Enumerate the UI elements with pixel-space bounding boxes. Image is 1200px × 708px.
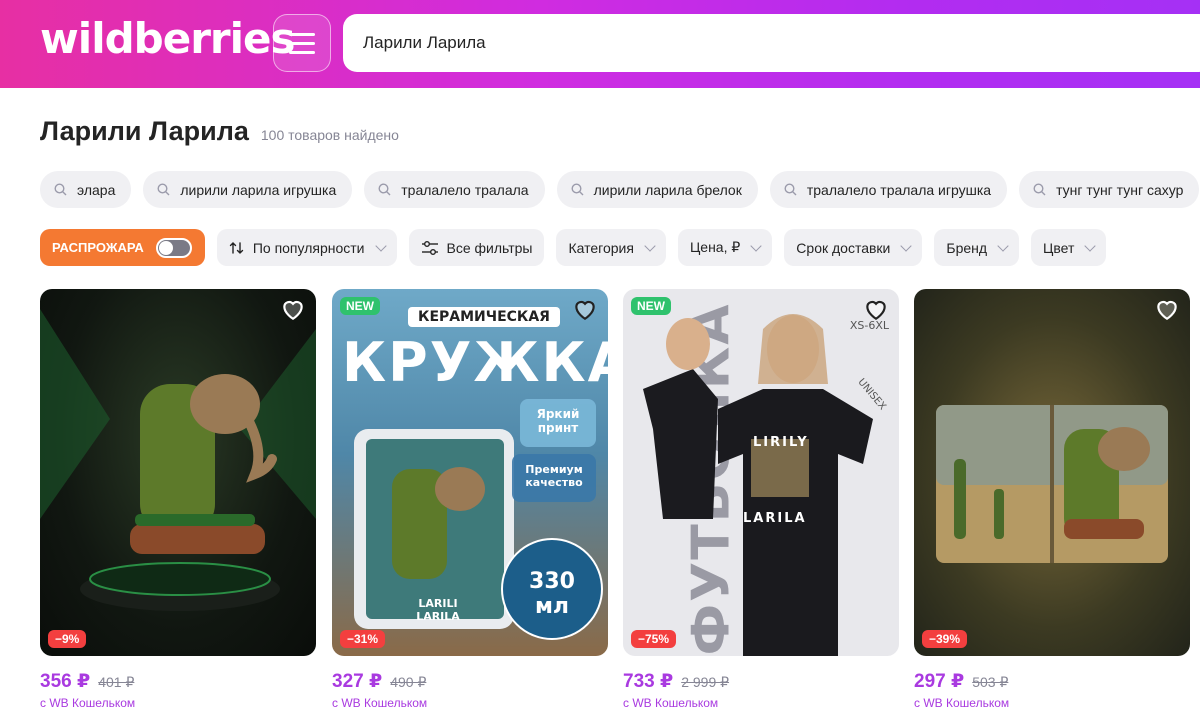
product-image-text: Яркий принт (536, 407, 580, 435)
discount-badge: −31% (340, 630, 386, 648)
new-badge: NEW (631, 297, 671, 315)
product-old-price: 2 999 ₽ (681, 674, 730, 690)
wallet-note: с WB Кошельком (623, 696, 719, 708)
product-image[interactable]: КЕРАМИЧЕСКАЯ КРУЖКА Яркий принт Премиум … (332, 289, 608, 656)
product-image-text: 330 мл (529, 569, 575, 619)
price-row: 327 ₽ 490 ₽ (332, 670, 608, 693)
product-price: 356 ₽ (40, 671, 91, 692)
product-image[interactable]: −9% (40, 289, 316, 656)
product-illustration (40, 309, 316, 611)
search-icon (157, 183, 170, 196)
suggestion-chip[interactable]: тралалело тралала игрушка (769, 171, 1008, 208)
product-image-text: LARILI LARILA (416, 597, 460, 623)
product-illustration (643, 314, 873, 656)
sale-label: РАСПРОЖАРА (52, 240, 144, 255)
brand-label: Бренд (946, 239, 988, 256)
suggestion-chip[interactable]: тунг тунг тунг сахур (1019, 171, 1200, 208)
wallet-note: с WB Кошельком (40, 696, 136, 708)
color-dropdown[interactable]: Цвет (1031, 229, 1107, 266)
favorite-heart-icon[interactable] (280, 297, 306, 321)
suggestion-label: лирили ларила игрушка (180, 181, 337, 198)
product-price: 733 ₽ (623, 671, 674, 692)
title-row: Ларили Ларила 100 товаров найдено (40, 116, 399, 147)
product-card[interactable]: −9% 356 ₽ 401 ₽ с WB Кошельком (40, 289, 316, 708)
chevron-down-icon (1084, 239, 1097, 252)
price-row: 733 ₽ 2 999 ₽ (623, 670, 899, 693)
color-label: Цвет (1043, 239, 1075, 256)
discount-badge: −75% (631, 630, 677, 648)
product-old-price: 503 ₽ (972, 674, 1009, 690)
product-image-text: LARILA (743, 511, 807, 526)
filter-sliders-icon (421, 240, 438, 255)
price-dropdown[interactable]: Цена, ₽ (677, 229, 773, 266)
favorite-heart-icon[interactable] (1154, 297, 1180, 321)
product-card[interactable]: −39% 297 ₽ 503 ₽ с WB Кошельком (914, 289, 1190, 708)
page-title: Ларили Ларила (40, 116, 249, 146)
price-row: 356 ₽ 401 ₽ (40, 670, 316, 693)
category-dropdown[interactable]: Категория (556, 229, 666, 266)
wildberries-logo[interactable]: wildberries (40, 14, 296, 63)
product-image[interactable]: −39% (914, 289, 1190, 656)
sort-label: По популярности (252, 239, 365, 256)
chevron-down-icon (374, 239, 387, 252)
product-card[interactable]: ФУТБОЛКА XS-6XL LIRILY LARILA UNISEX NEW… (623, 289, 899, 708)
wallet-note: с WB Кошельком (914, 696, 1010, 708)
brand-dropdown[interactable]: Бренд (934, 229, 1020, 266)
favorite-heart-icon[interactable] (863, 297, 889, 321)
delivery-label: Срок доставки (796, 239, 891, 256)
product-old-price: 401 ₽ (98, 674, 135, 690)
product-image[interactable]: ФУТБОЛКА XS-6XL LIRILY LARILA UNISEX NEW… (623, 289, 899, 656)
delivery-dropdown[interactable]: Срок доставки (784, 229, 923, 266)
product-illustration (936, 405, 1168, 563)
suggestion-chip[interactable]: лирили ларила брелок (556, 171, 758, 208)
category-label: Категория (568, 239, 634, 256)
suggestion-chip[interactable]: тралалело тралала (364, 171, 545, 208)
sale-toggle-button[interactable]: РАСПРОЖАРА (40, 229, 205, 266)
product-image-text: Премиум качество (525, 463, 583, 489)
search-icon (784, 183, 797, 196)
result-count: 100 товаров найдено (260, 127, 399, 143)
product-card[interactable]: КЕРАМИЧЕСКАЯ КРУЖКА Яркий принт Премиум … (332, 289, 608, 708)
header: wildberries Ларили Ларила (0, 0, 1200, 88)
search-icon (571, 183, 584, 196)
all-filters-label: Все фильтры (446, 239, 533, 256)
chevron-down-icon (644, 239, 656, 252)
price-row: 297 ₽ 503 ₽ (914, 670, 1190, 693)
all-filters-button[interactable]: Все фильтры (408, 229, 545, 266)
menu-button[interactable] (273, 14, 331, 72)
product-price: 327 ₽ (332, 671, 383, 692)
sort-icon (229, 241, 244, 254)
suggestion-label: тралалело тралала игрушка (806, 181, 992, 198)
discount-badge: −39% (922, 630, 968, 648)
search-suggestions: элара лирили ларила игрушка тралалело тр… (40, 171, 1200, 208)
chevron-down-icon (997, 239, 1009, 252)
suggestion-chip[interactable]: лирили ларила игрушка (143, 171, 353, 208)
suggestion-label: элара (77, 181, 116, 198)
suggestion-label: тралалело тралала (401, 181, 529, 198)
filter-bar: РАСПРОЖАРА По популярности Все фильтры К… (40, 229, 1107, 266)
product-old-price: 490 ₽ (390, 674, 427, 690)
chevron-down-icon (750, 239, 762, 252)
suggestion-label: лирили ларила брелок (593, 181, 742, 198)
product-image-text: LIRILY (753, 435, 809, 450)
suggestion-label: тунг тунг тунг сахур (1056, 181, 1184, 198)
favorite-heart-icon[interactable] (572, 297, 598, 321)
search-icon (54, 183, 67, 196)
new-badge: NEW (340, 297, 380, 315)
sort-dropdown[interactable]: По популярности (216, 229, 397, 266)
suggestion-chip[interactable]: элара (40, 171, 132, 208)
chevron-down-icon (900, 239, 913, 252)
product-price: 297 ₽ (914, 671, 965, 692)
wallet-note: с WB Кошельком (332, 696, 428, 708)
sale-toggle[interactable] (155, 237, 192, 258)
search-input-value: Ларили Ларила (363, 33, 486, 52)
search-input[interactable]: Ларили Ларила (343, 14, 1200, 72)
discount-badge: −9% (48, 630, 87, 648)
search-icon (1033, 183, 1046, 196)
search-icon (378, 183, 391, 196)
price-label: Цена, ₽ (689, 239, 741, 255)
menu-icon (289, 32, 315, 36)
